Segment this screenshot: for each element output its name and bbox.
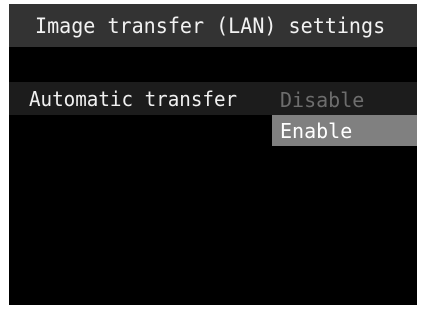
disable-option[interactable]: Disable [272,84,417,115]
page-title: Image transfer (LAN) settings [35,14,386,38]
title-bar: Image transfer (LAN) settings [9,4,417,47]
enable-option-label: Enable [280,119,353,143]
automatic-transfer-label: Automatic transfer [29,87,238,111]
enable-option[interactable]: Enable [272,115,417,146]
camera-menu-screen: Image transfer (LAN) settings Automatic … [9,4,417,305]
disable-option-label: Disable [280,88,365,112]
